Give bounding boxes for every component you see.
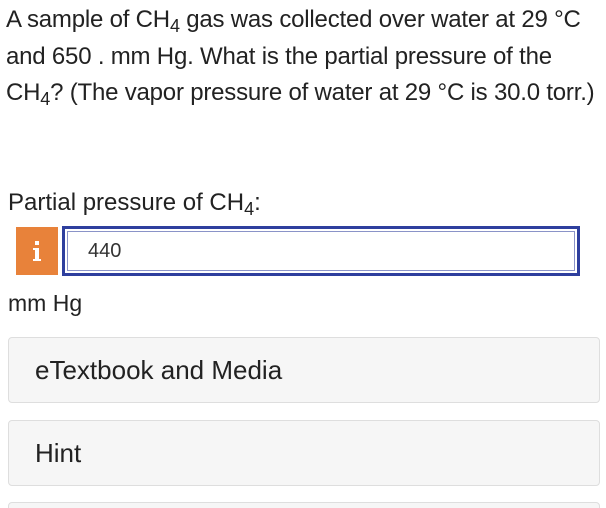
- info-icon: [33, 241, 41, 261]
- question-page: A sample of CH4 gas was collected over w…: [0, 0, 606, 508]
- unit-label: mm Hg: [8, 290, 83, 316]
- hint-button[interactable]: Hint: [8, 420, 600, 486]
- answer-label-text: Partial pressure of CH: [8, 189, 245, 216]
- answer-label-colon: :: [254, 189, 261, 216]
- etextbook-media-button[interactable]: eTextbook and Media: [8, 337, 600, 403]
- answer-label: Partial pressure of CH4:: [8, 186, 261, 220]
- subscript: 4: [40, 89, 51, 110]
- hint-label: Hint: [35, 437, 82, 468]
- answer-input-value[interactable]: 440: [67, 231, 575, 271]
- answer-input[interactable]: 440: [62, 226, 580, 276]
- subscript: 4: [244, 199, 255, 220]
- question-text-part: A sample of CH: [6, 6, 170, 33]
- question-text-part: ? (The vapor pressure of water at 29 °C …: [50, 79, 595, 106]
- question-text: A sample of CH4 gas was collected over w…: [6, 2, 602, 112]
- subscript: 4: [169, 16, 180, 37]
- info-button[interactable]: [16, 227, 58, 275]
- etextbook-media-label: eTextbook and Media: [35, 354, 283, 385]
- next-panel-partial[interactable]: [8, 502, 600, 508]
